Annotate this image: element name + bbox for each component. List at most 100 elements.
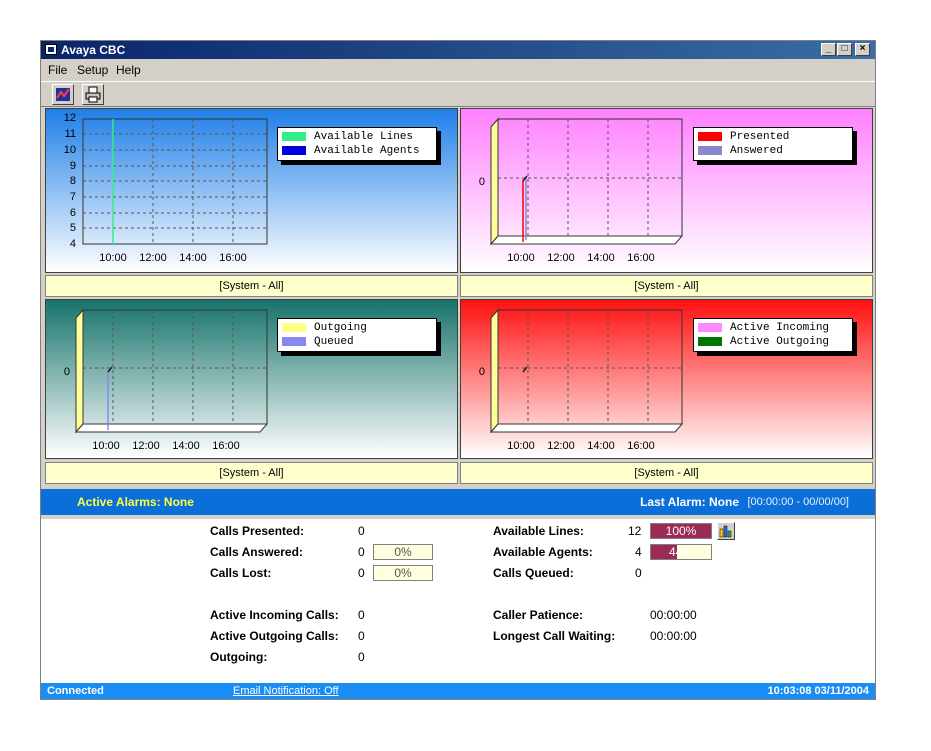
printer-icon	[85, 86, 101, 103]
x-tick: 16:00	[212, 440, 240, 452]
x-tick: 14:00	[179, 252, 207, 264]
main-window: Avaya CBC _ □ × File Setup Help 12 11 10…	[40, 40, 876, 700]
y-tick: 10	[64, 144, 76, 156]
y-tick: 7	[70, 191, 76, 203]
legend-item: Available Lines	[282, 130, 432, 144]
legend: Outgoing Queued	[277, 318, 437, 352]
longest-wait-value: 00:00:00	[650, 629, 697, 643]
legend-swatch	[698, 131, 722, 141]
calls-presented-value: 0	[358, 524, 365, 538]
longest-wait-label: Longest Call Waiting:	[493, 629, 616, 643]
x-tick: 14:00	[172, 440, 200, 452]
alarm-bar: Active Alarms: None Last Alarm: None [00…	[41, 489, 875, 515]
active-incoming-label: Active Incoming Calls:	[210, 608, 339, 622]
chart-caption: [System - All]	[460, 462, 873, 484]
x-tick: 16:00	[219, 252, 247, 264]
legend-item: Presented	[698, 130, 848, 144]
y-tick: 12	[64, 112, 76, 124]
menu-setup[interactable]: Setup	[77, 60, 108, 80]
legend: Active Incoming Active Outgoing	[693, 318, 853, 352]
y-tick: 5	[70, 222, 76, 234]
calls-presented-label: Calls Presented:	[210, 524, 305, 538]
legend: Presented Answered	[693, 127, 853, 161]
outgoing-value: 0	[358, 650, 365, 664]
outgoing-label: Outgoing:	[210, 650, 268, 664]
x-tick: 10:00	[92, 440, 120, 452]
chart-caption: [System - All]	[45, 275, 458, 297]
y-tick: 0	[479, 176, 485, 188]
chart-panel-outgoing-queued: 0 10:00 12:00 14:00 16:00 Outgoing Queue…	[45, 299, 458, 459]
legend-swatch	[282, 131, 306, 141]
calls-lost-pct: 0%	[373, 565, 433, 581]
chart-panel-lines-agents: 12 11 10 9 8 7 6 5 4 10:00 12:00 14:00 1…	[45, 108, 458, 273]
menu-file[interactable]: File	[48, 60, 67, 80]
legend-swatch	[698, 336, 722, 346]
legend-swatch	[282, 145, 306, 155]
calls-lost-value: 0	[358, 566, 365, 580]
caller-patience-value: 00:00:00	[650, 608, 697, 622]
minimize-button[interactable]: _	[821, 43, 836, 56]
status-datetime: 10:03:08 03/11/2004	[767, 685, 869, 697]
x-tick: 10:00	[99, 252, 127, 264]
window-title: Avaya CBC	[61, 43, 126, 57]
connection-status: Connected	[47, 685, 104, 697]
y-tick: 4	[70, 238, 76, 250]
calls-answered-pct: 0%	[373, 544, 433, 560]
legend-item: Queued	[282, 335, 432, 349]
legend-item: Active Incoming	[698, 321, 848, 335]
email-notification-link[interactable]: Email Notification: Off	[233, 683, 339, 699]
caller-patience-label: Caller Patience:	[493, 608, 584, 622]
chart-button[interactable]	[52, 84, 74, 105]
y-tick: 9	[70, 160, 76, 172]
stats-panel: Calls Presented: 0 Calls Answered: 0 0% …	[41, 519, 875, 683]
chart-caption: [System - All]	[460, 275, 873, 297]
app-icon	[45, 44, 57, 55]
available-lines-value: 12	[628, 524, 642, 538]
x-tick: 16:00	[627, 252, 655, 264]
y-tick: 0	[64, 366, 70, 378]
x-tick: 16:00	[627, 440, 655, 452]
active-outgoing-value: 0	[358, 629, 365, 643]
y-tick: 0	[479, 366, 485, 378]
maximize-button[interactable]: □	[837, 43, 852, 56]
bar-chart-icon	[719, 525, 732, 538]
x-tick: 14:00	[587, 440, 615, 452]
calls-queued-label: Calls Queued:	[493, 566, 574, 580]
available-agents-label: Available Agents:	[493, 545, 593, 559]
chart-panel-presented-answered: 0 10:00 12:00 14:00 16:00 Presented Answ…	[460, 108, 873, 273]
legend-item: Available Agents	[282, 144, 432, 158]
y-tick: 11	[65, 128, 76, 140]
legend-swatch	[282, 336, 306, 346]
last-alarm: Last Alarm: None	[640, 495, 739, 509]
status-bar: Connected Email Notification: Off 10:03:…	[41, 683, 875, 699]
legend: Available Lines Available Agents	[277, 127, 437, 161]
x-tick: 14:00	[587, 252, 615, 264]
legend-item: Outgoing	[282, 321, 432, 335]
legend-swatch	[698, 322, 722, 332]
toolbar	[41, 81, 875, 107]
calls-queued-value: 0	[635, 566, 642, 580]
legend-item: Answered	[698, 144, 848, 158]
bar-text: 100%	[665, 524, 697, 538]
stats-chart-button[interactable]	[717, 522, 735, 540]
print-button[interactable]	[82, 84, 104, 105]
available-lines-label: Available Lines:	[493, 524, 584, 538]
y-tick: 6	[70, 207, 76, 219]
last-alarm-range: [00:00:00 - 00/00/00]	[747, 496, 849, 508]
calls-answered-label: Calls Answered:	[210, 545, 303, 559]
calls-lost-label: Calls Lost:	[210, 566, 272, 580]
x-tick: 10:00	[507, 440, 535, 452]
title-bar[interactable]: Avaya CBC _ □ ×	[41, 41, 875, 59]
close-button[interactable]: ×	[855, 43, 870, 56]
x-tick: 12:00	[547, 440, 575, 452]
menu-help[interactable]: Help	[116, 60, 141, 80]
calls-answered-value: 0	[358, 545, 365, 559]
available-agents-value: 4	[635, 545, 642, 559]
x-tick: 12:00	[139, 252, 167, 264]
bar-text: 44%	[668, 545, 694, 559]
legend-swatch	[698, 145, 722, 155]
x-tick: 12:00	[547, 252, 575, 264]
legend-swatch	[282, 322, 306, 332]
available-agents-bar: 44%	[650, 544, 712, 560]
x-tick: 12:00	[132, 440, 160, 452]
